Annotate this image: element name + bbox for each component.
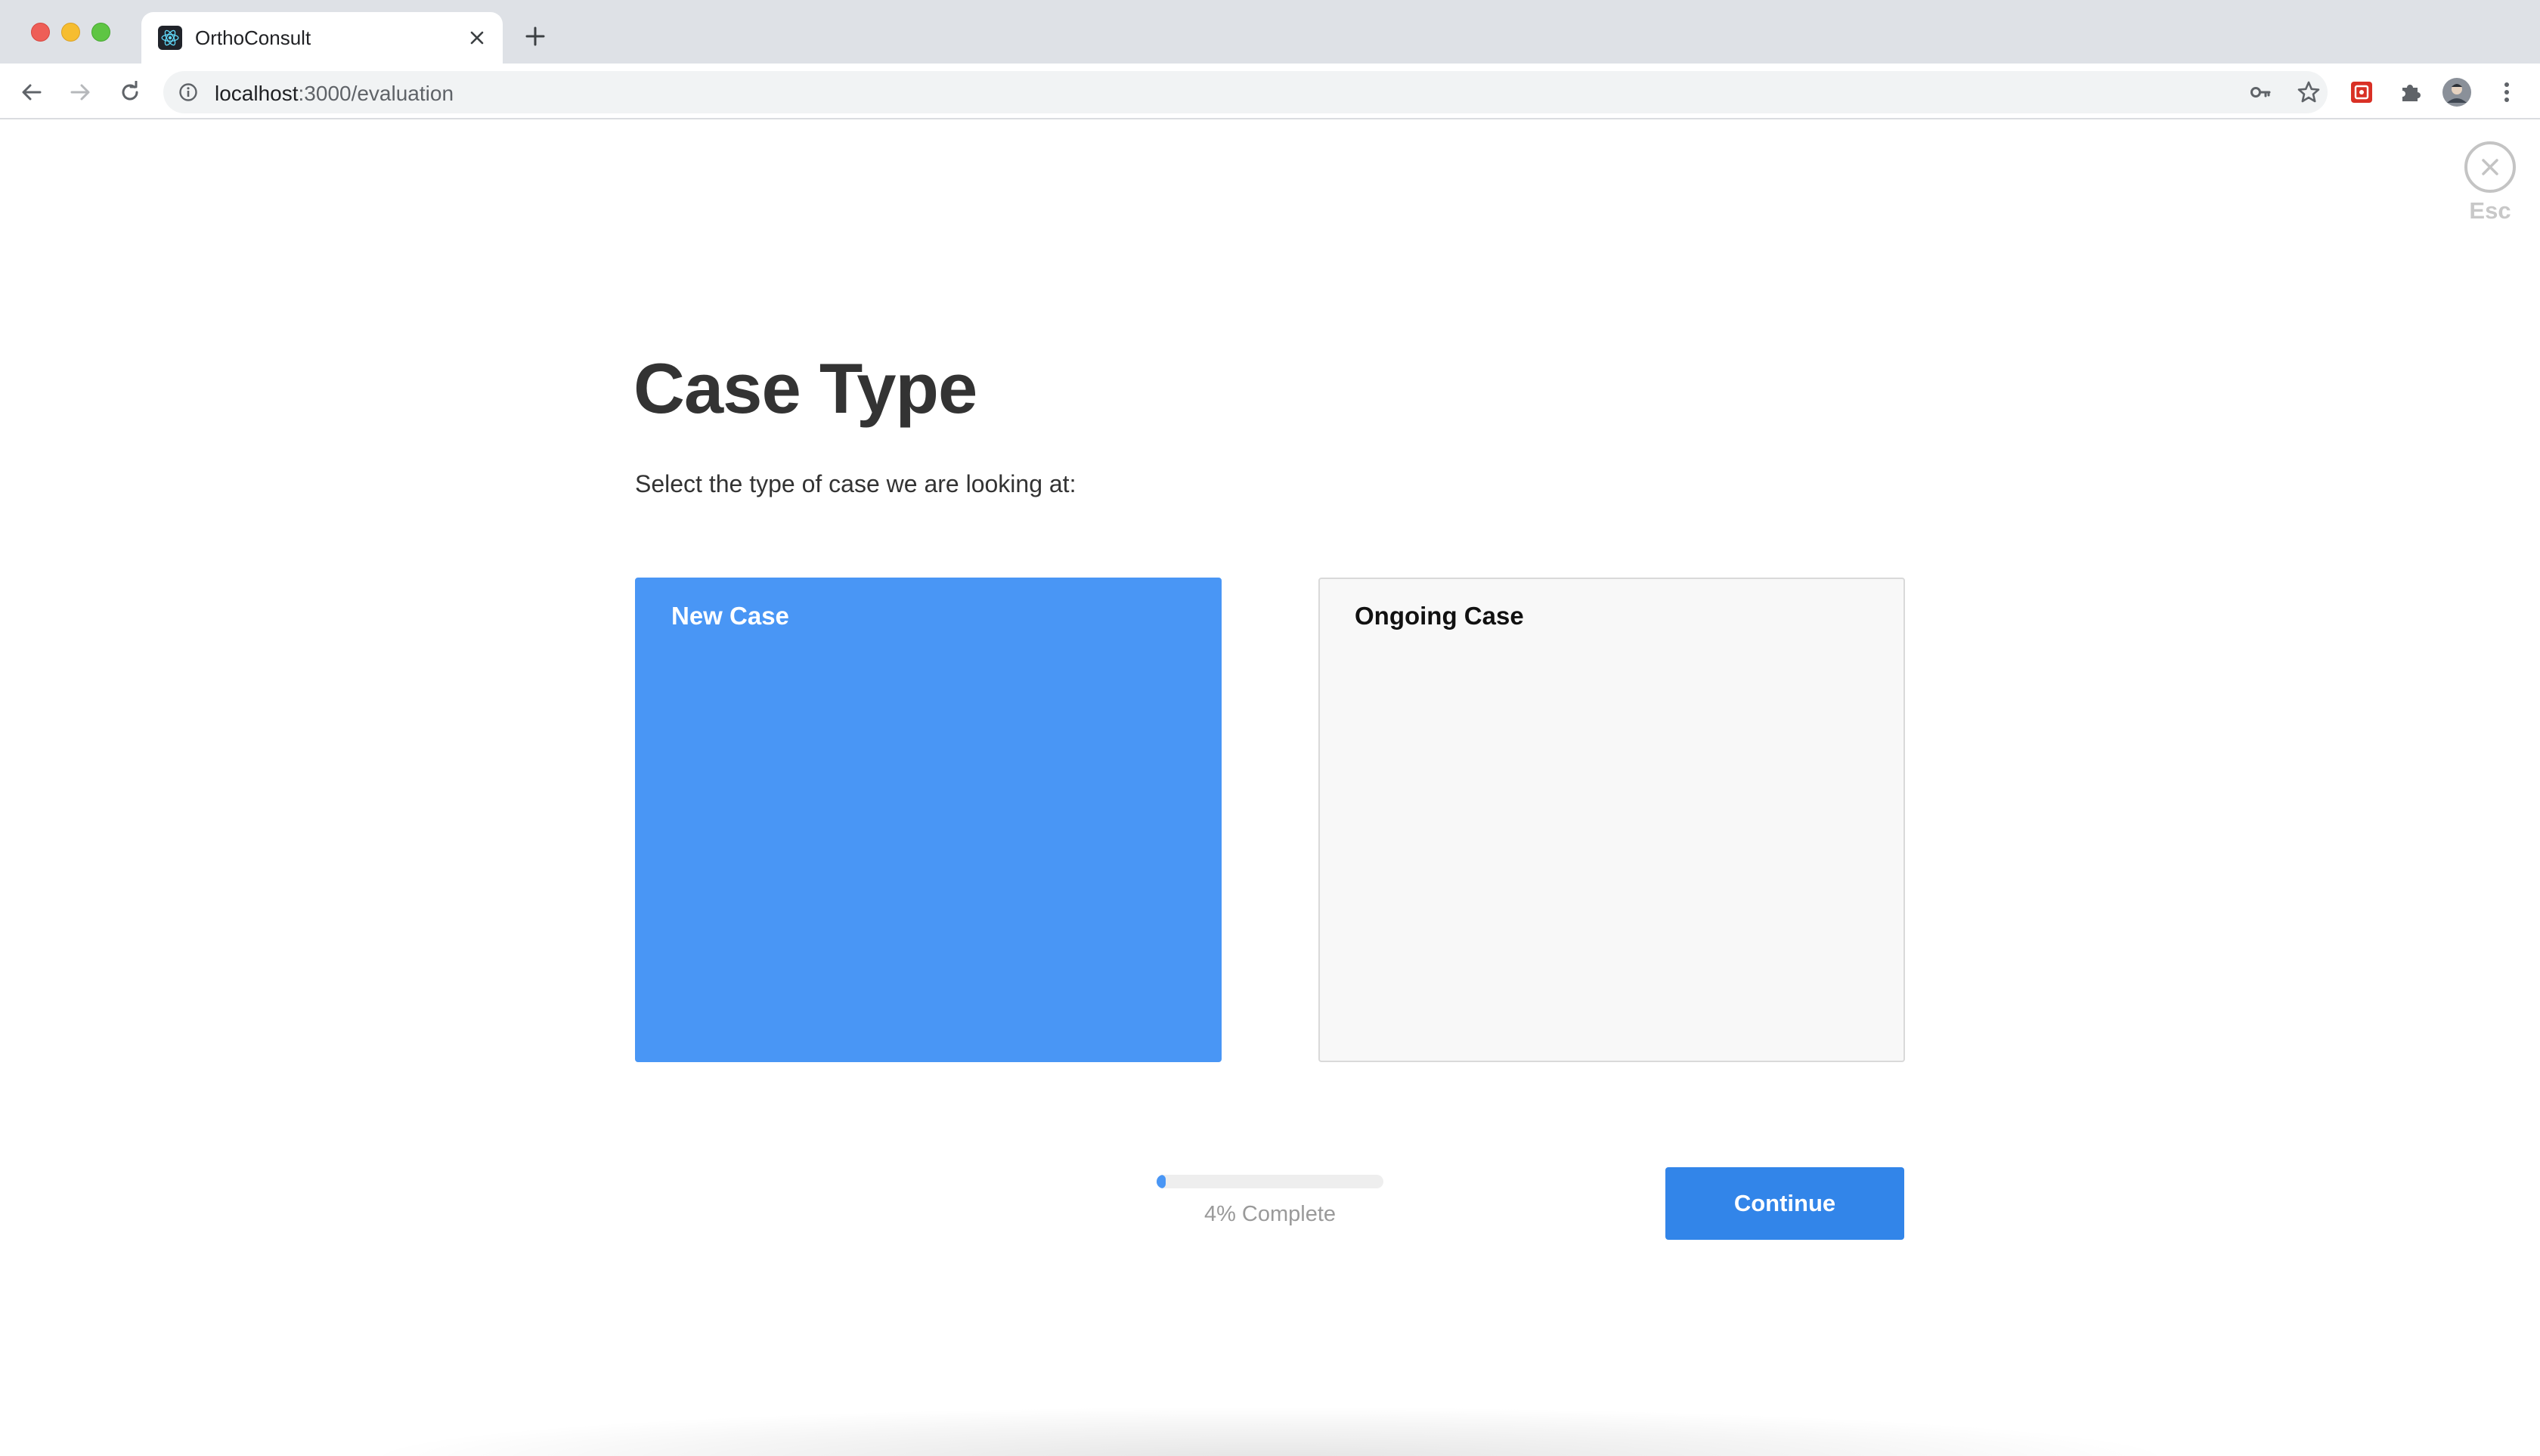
maximize-window-button[interactable] bbox=[91, 23, 110, 42]
evaluation-page: Esc Case Type Select the type of case we… bbox=[0, 121, 2540, 1456]
forward-arrow-icon[interactable] bbox=[64, 76, 97, 109]
url-host: localhost bbox=[215, 82, 299, 105]
progress-label: 4% Complete bbox=[1203, 1202, 1337, 1226]
option-label: Ongoing Case bbox=[1355, 602, 1524, 630]
close-circle-icon[interactable] bbox=[2464, 141, 2516, 193]
profile-avatar[interactable] bbox=[2442, 77, 2472, 107]
minimize-window-button[interactable] bbox=[61, 23, 80, 42]
option-label: New Case bbox=[671, 602, 789, 630]
back-arrow-icon[interactable] bbox=[15, 76, 48, 109]
bottom-shadow bbox=[355, 1406, 2185, 1456]
key-icon[interactable] bbox=[2248, 80, 2272, 104]
close-icon[interactable] bbox=[465, 26, 489, 50]
ongoing-case-option[interactable]: Ongoing Case bbox=[1318, 578, 1905, 1062]
esc-label: Esc bbox=[2469, 197, 2511, 224]
browser-toolbar: localhost:3000/evaluation bbox=[0, 64, 2540, 119]
reload-icon[interactable] bbox=[113, 76, 147, 109]
continue-button[interactable]: Continue bbox=[1665, 1167, 1904, 1240]
puzzle-icon[interactable] bbox=[2395, 77, 2425, 107]
esc-button[interactable]: Esc bbox=[2463, 141, 2517, 225]
tab-title: OrthoConsult bbox=[195, 26, 311, 49]
react-atom-icon bbox=[158, 26, 182, 50]
plus-icon[interactable] bbox=[520, 21, 550, 51]
progress-bar bbox=[1157, 1175, 1383, 1188]
new-case-option[interactable]: New Case bbox=[635, 578, 1222, 1062]
browser-tab[interactable]: OrthoConsult bbox=[141, 12, 503, 64]
page-subtitle: Select the type of case we are looking a… bbox=[635, 470, 1076, 497]
tab-strip: OrthoConsult bbox=[0, 0, 2540, 64]
url-path: :3000/evaluation bbox=[298, 82, 454, 105]
browser-window: OrthoConsult localhost:3000/evaluation E… bbox=[0, 0, 2540, 1456]
address-bar[interactable]: localhost:3000/evaluation bbox=[163, 71, 2328, 113]
url-text: localhost:3000/evaluation bbox=[215, 82, 454, 106]
kebab-menu-icon[interactable] bbox=[2492, 77, 2522, 107]
info-icon[interactable] bbox=[177, 81, 200, 104]
page-title: Case Type bbox=[633, 349, 977, 428]
close-window-button[interactable] bbox=[31, 23, 50, 42]
progress-fill bbox=[1157, 1175, 1166, 1188]
star-icon[interactable] bbox=[2297, 80, 2321, 104]
extension-icon[interactable] bbox=[2346, 77, 2377, 107]
